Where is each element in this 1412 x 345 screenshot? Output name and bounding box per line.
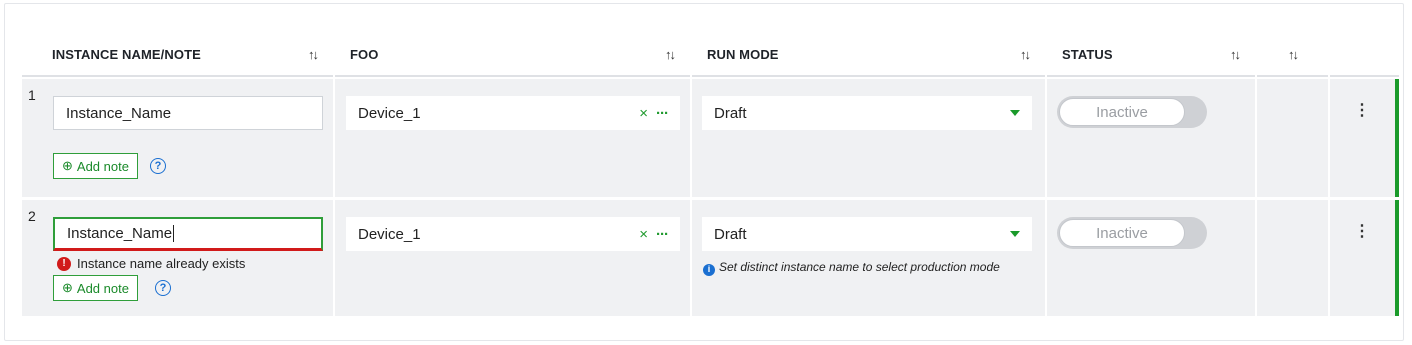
row-number: 2	[28, 208, 36, 224]
row-status-accent	[1395, 200, 1399, 316]
sort-icon[interactable]: ↑↓	[308, 47, 319, 62]
status-toggle[interactable]: Inactive	[1057, 96, 1207, 128]
column-divider	[690, 32, 692, 317]
col-header-unnamed[interactable]: ↑↓	[1257, 32, 1328, 77]
more-vertical-icon[interactable]: ⋮	[1352, 224, 1372, 240]
instance-name-value: Instance_Name	[67, 225, 173, 242]
sort-icon[interactable]: ↑↓	[665, 47, 676, 62]
table-row: 2 Instance_Name ! Instance name already …	[22, 200, 1399, 318]
run-mode-select[interactable]: Draft	[702, 217, 1032, 251]
col-header-foo[interactable]: FOO ↑↓	[335, 32, 690, 77]
status-toggle-label: Inactive	[1059, 219, 1185, 247]
more-vertical-icon[interactable]: ⋮	[1352, 103, 1372, 119]
add-note-button[interactable]: ⊕ Add note	[53, 275, 138, 301]
column-divider	[1255, 32, 1257, 317]
status-cell: Inactive	[1047, 200, 1255, 316]
table-row: 1 Instance_Name ⊕ Add note ? Device_1 × …	[22, 79, 1399, 199]
table-header: INSTANCE NAME/NOTE ↑↓ FOO ↑↓ RUN MODE ↑↓…	[22, 32, 1399, 77]
sort-icon[interactable]: ↑↓	[1020, 47, 1031, 62]
run-mode-hint-text: Set distinct instance name to select pro…	[719, 260, 1000, 274]
row-actions-cell: ⋮	[1330, 79, 1394, 197]
add-note-label: Add note	[76, 280, 129, 296]
run-mode-value: Draft	[714, 225, 747, 243]
status-cell: Inactive	[1047, 79, 1255, 197]
error-icon: !	[57, 256, 71, 271]
dropdown-arrow-icon	[1010, 231, 1020, 237]
col-header-label: FOO	[350, 47, 379, 62]
row-actions-cell: ⋮	[1330, 200, 1394, 316]
col-header-label: STATUS	[1062, 47, 1113, 62]
info-icon: i	[703, 263, 715, 276]
validation-error: ! Instance name already exists	[57, 256, 245, 271]
sort-icon[interactable]: ↑↓	[1288, 47, 1299, 62]
column-divider	[1328, 32, 1330, 317]
text-cursor	[173, 225, 175, 242]
foo-cell: Device_1 × ···	[335, 79, 690, 197]
run-mode-value: Draft	[714, 104, 747, 122]
instance-name-value: Instance_Name	[66, 104, 172, 122]
device-field[interactable]: Device_1 × ···	[346, 217, 680, 251]
device-actions: × ···	[639, 226, 669, 243]
device-actions: × ···	[639, 105, 669, 122]
column-divider	[333, 32, 335, 317]
column-divider	[1045, 32, 1047, 317]
dropdown-arrow-icon	[1010, 110, 1020, 116]
run-mode-cell: Draft i Set distinct instance name to sel…	[692, 200, 1045, 316]
unnamed-cell	[1257, 79, 1328, 197]
run-mode-hint: i Set distinct instance name to select pr…	[703, 258, 1023, 277]
unnamed-cell	[1257, 200, 1328, 316]
row-status-accent	[1395, 79, 1399, 197]
instance-name-input[interactable]: Instance_Name	[53, 96, 323, 130]
device-value: Device_1	[358, 104, 421, 122]
error-message: Instance name already exists	[77, 256, 246, 271]
clear-icon[interactable]: ×	[639, 105, 648, 122]
add-note-button[interactable]: ⊕ Add note	[53, 153, 138, 179]
clear-icon[interactable]: ×	[639, 226, 648, 243]
add-circle-icon: ⊕	[62, 158, 73, 173]
col-header-run-mode[interactable]: RUN MODE ↑↓	[692, 32, 1045, 77]
help-icon[interactable]: ?	[155, 280, 171, 296]
help-icon[interactable]: ?	[150, 158, 166, 174]
device-value: Device_1	[358, 225, 421, 243]
run-mode-cell: Draft	[692, 79, 1045, 197]
foo-cell: Device_1 × ···	[335, 200, 690, 316]
instance-name-cell: 1 Instance_Name ⊕ Add note ?	[22, 79, 333, 197]
col-header-instance-name[interactable]: INSTANCE NAME/NOTE ↑↓	[22, 32, 333, 77]
run-mode-select[interactable]: Draft	[702, 96, 1032, 130]
status-toggle-label: Inactive	[1059, 98, 1185, 126]
col-header-label: RUN MODE	[707, 47, 779, 62]
more-horizontal-icon[interactable]: ···	[656, 105, 669, 122]
status-toggle[interactable]: Inactive	[1057, 217, 1207, 249]
instance-name-cell: 2 Instance_Name ! Instance name already …	[22, 200, 333, 316]
device-field[interactable]: Device_1 × ···	[346, 96, 680, 130]
more-horizontal-icon[interactable]: ···	[656, 226, 669, 243]
col-header-label: INSTANCE NAME/NOTE	[52, 47, 201, 62]
add-circle-icon: ⊕	[62, 280, 73, 295]
row-number: 1	[28, 87, 36, 103]
add-note-label: Add note	[76, 158, 129, 174]
sort-icon[interactable]: ↑↓	[1230, 47, 1241, 62]
instance-name-input[interactable]: Instance_Name	[53, 217, 323, 251]
col-header-status[interactable]: STATUS ↑↓	[1047, 32, 1255, 77]
